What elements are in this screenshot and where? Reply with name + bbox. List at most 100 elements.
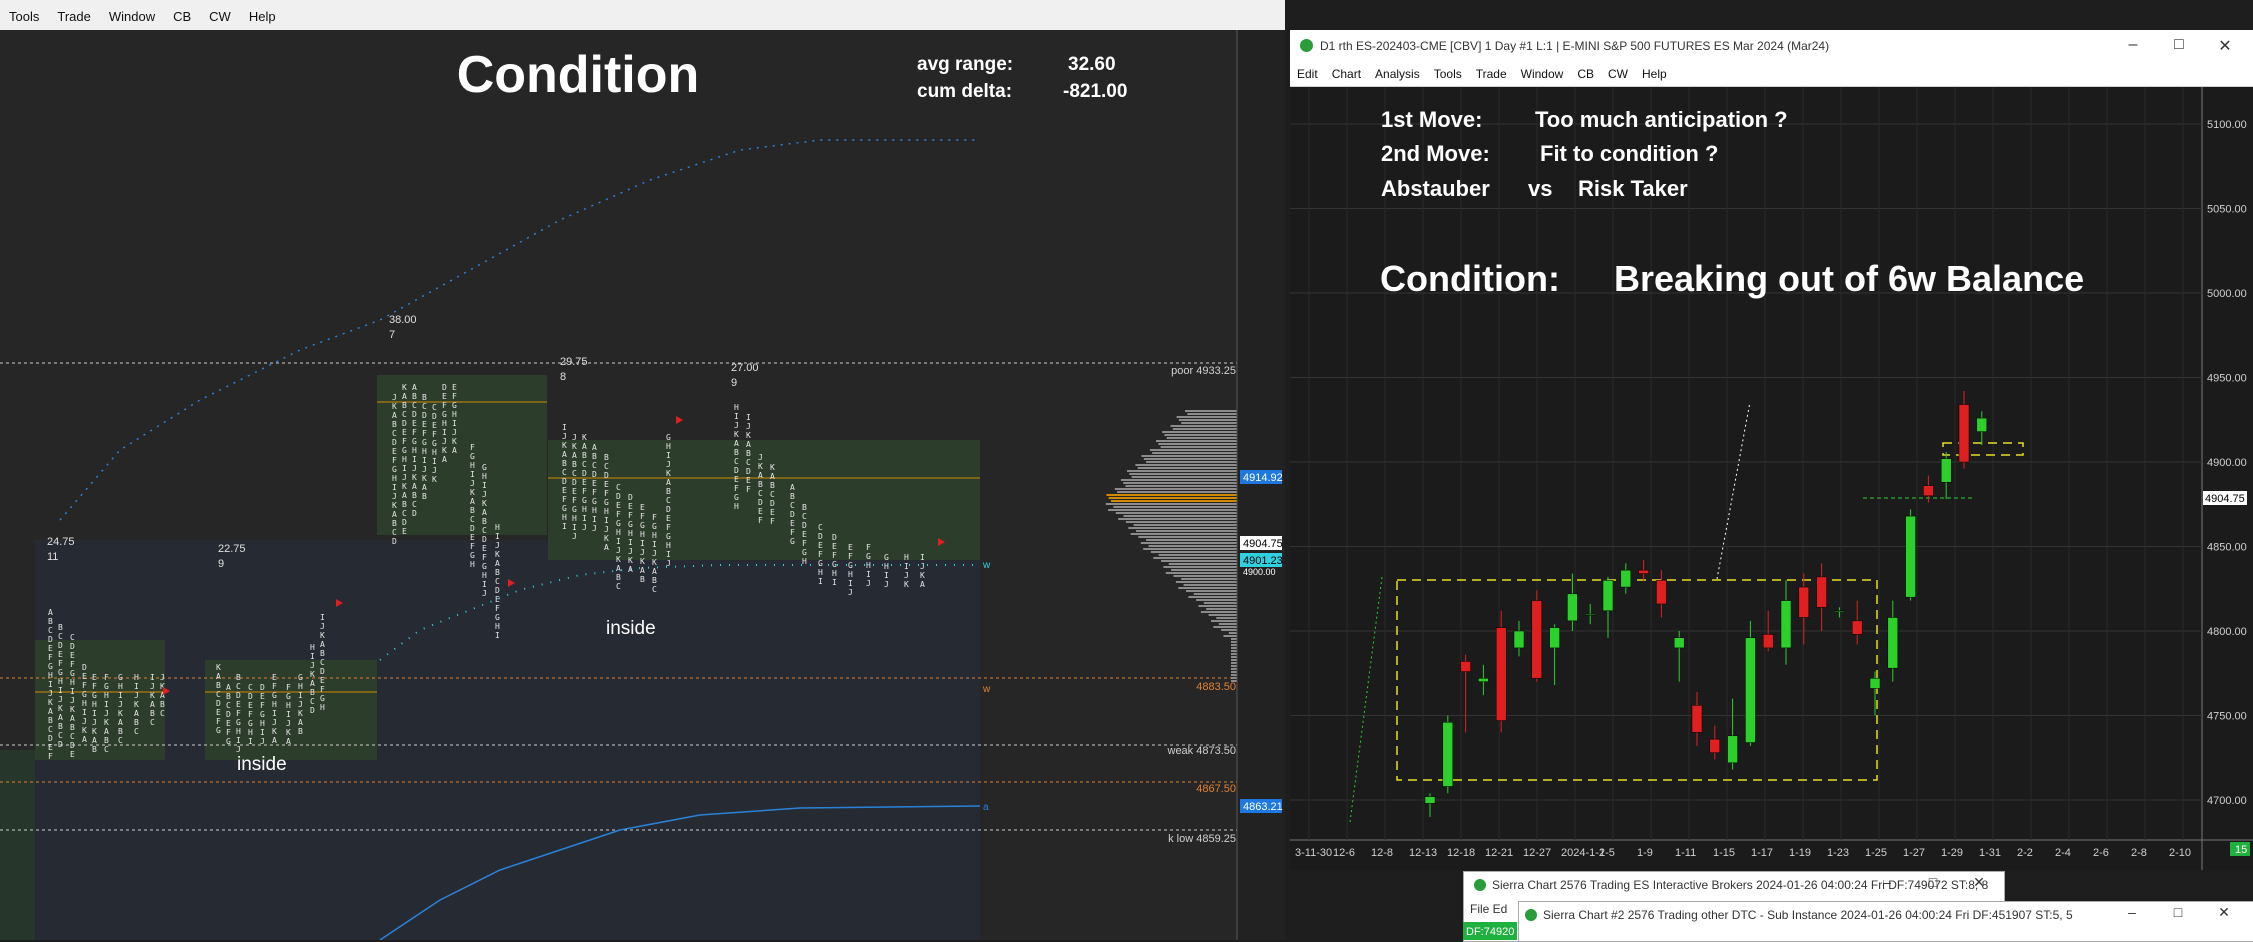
tpo-letter: F: [286, 683, 291, 692]
sub-window-2[interactable]: Sierra Chart #2 2576 Trading other DTC -…: [1518, 901, 2253, 942]
tpo-letter: F: [48, 752, 53, 761]
menu-window[interactable]: Window: [1514, 62, 1571, 81]
tpo-letter: J: [392, 492, 397, 501]
tpo-letter: K: [758, 462, 763, 471]
tpo-column: KABCDEF: [770, 463, 775, 526]
volume-bar: [1181, 422, 1237, 424]
tpo-letter: F: [734, 484, 739, 493]
tpo-letter: F: [604, 489, 609, 498]
tpo-letter: C: [70, 633, 75, 642]
maximize-icon[interactable]: □: [2155, 904, 2201, 920]
tpo-letter: I: [402, 464, 407, 473]
tpo-column: IJKABCDEF: [746, 413, 751, 494]
tpo-letter: F: [236, 709, 241, 718]
tpo-letter: F: [248, 710, 253, 719]
menu-tools[interactable]: Tools: [1427, 62, 1469, 81]
daily-chart-window[interactable]: D1 rth ES-202403-CME [CBV] 1 Day #1 L:1 …: [1290, 30, 2253, 870]
tpo-letter: H: [412, 446, 417, 455]
price-tag-cyan-text: 4901.23: [1243, 555, 1283, 567]
x-tick-label: 1-29: [1941, 847, 1963, 859]
tpo-letter: C: [616, 582, 621, 591]
sub-window-1-menu[interactable]: File Ed: [1470, 902, 1507, 916]
close-icon[interactable]: ✕: [1956, 874, 2002, 891]
minimize-icon[interactable]: –: [2110, 36, 2156, 54]
candle-body: [1905, 515, 1916, 598]
volume-bar: [1218, 623, 1237, 625]
tpo-letter: K: [904, 580, 909, 589]
tpo-letter: H: [832, 569, 837, 578]
tpo-letter: G: [260, 710, 265, 719]
tpo-letter: H: [734, 502, 739, 511]
menu-help[interactable]: Help: [240, 0, 285, 24]
maximize-icon[interactable]: □: [1910, 874, 1956, 890]
menu-cw[interactable]: CW: [1601, 62, 1635, 81]
tpo-letter: E: [92, 673, 97, 682]
tpo-column: BCDEFGHIJ: [236, 673, 241, 754]
tpo-letter: C: [402, 410, 407, 419]
menu-tools[interactable]: Tools: [0, 0, 48, 24]
minimize-icon[interactable]: –: [1864, 874, 1910, 890]
close-icon[interactable]: ✕: [2201, 904, 2247, 921]
tpo-letter: C: [592, 461, 597, 470]
menu-help[interactable]: Help: [1635, 62, 1674, 81]
tpo-letter: F: [640, 512, 645, 521]
tpo-letter: I: [310, 652, 315, 661]
menu-cw[interactable]: CW: [200, 0, 240, 24]
candlestick-chart[interactable]: 5100.00 5050.00 5000.00 4950.00 4900.00 4850.…: [1290, 87, 2253, 870]
tpo-column: DEFGHI: [832, 533, 837, 587]
tpo-letter: G: [272, 691, 277, 700]
tpo-letter: H: [58, 677, 63, 686]
minimize-icon[interactable]: –: [2109, 904, 2155, 920]
tpo-letter: J: [392, 393, 397, 402]
tpo-letter: A: [412, 383, 417, 392]
tpo-letter: E: [58, 650, 63, 659]
tpo-chart-canvas[interactable]: ABCDEFGHIJKABCDEFBCDEFGHIJKABCDCDEFGHIJK…: [0, 30, 1285, 940]
tpo-letter: I: [884, 571, 889, 580]
x-tick-label: 3-11-30: [1295, 847, 1332, 859]
x-tick-label: 12-21: [1485, 847, 1513, 859]
window-titlebar[interactable]: D1 rth ES-202403-CME [CBV] 1 Day #1 L:1 …: [1290, 30, 2253, 62]
tpo-letter: K: [572, 442, 577, 451]
tpo-letter: B: [652, 576, 657, 585]
tpo-letter: K: [562, 441, 567, 450]
tpo-letter: J: [482, 490, 487, 499]
tpo-letter: A: [104, 727, 109, 736]
menu-trade[interactable]: Trade: [48, 0, 99, 24]
menu-window[interactable]: Window: [100, 0, 164, 24]
tpo-letter: C: [104, 745, 109, 754]
menu-edit[interactable]: Edit: [1290, 62, 1325, 81]
menu-cb[interactable]: CB: [1570, 62, 1601, 81]
maximize-icon[interactable]: □: [2156, 36, 2202, 54]
tpo-letter: I: [746, 413, 751, 422]
tpo-letter: G: [392, 465, 397, 474]
tpo-letter: G: [495, 613, 500, 622]
candle: [1495, 610, 1507, 733]
menu-chart[interactable]: Chart: [1325, 62, 1368, 81]
volume-bar: [1143, 548, 1237, 550]
tpo-letter: C: [802, 512, 807, 521]
tpo-letter: A: [226, 683, 231, 692]
tpo-letter: B: [802, 503, 807, 512]
tpo-letter: J: [70, 696, 75, 705]
volume-bar: [1231, 644, 1237, 646]
tpo-letter: J: [482, 589, 487, 598]
x-tick-label: 1-15: [1713, 847, 1735, 859]
menu-trade[interactable]: Trade: [1469, 62, 1514, 81]
close-icon[interactable]: ✕: [2202, 36, 2248, 56]
candle-body: [1727, 735, 1738, 764]
volume-bar: [1175, 581, 1237, 583]
tpo-letter: F: [272, 682, 277, 691]
tpo-letter: E: [616, 501, 621, 510]
tpo-letter: F: [802, 539, 807, 548]
candlestick-canvas[interactable]: 5100.00 5050.00 5000.00 4950.00 4900.00 4850.…: [1290, 87, 2253, 870]
tpo-letter: H: [904, 553, 909, 562]
tpo-letter: J: [422, 465, 427, 474]
candle-body: [1567, 593, 1578, 622]
menu-analysis[interactable]: Analysis: [1368, 62, 1427, 81]
tpo-letter: I: [286, 710, 291, 719]
menu-cb[interactable]: CB: [164, 0, 200, 24]
volume-bar: [1158, 554, 1237, 556]
tpo-profile-chart[interactable]: ABCDEFGHIJKABCDEFBCDEFGHIJKABCDCDEFGHIJK…: [0, 30, 1285, 940]
volume-bar: [1152, 452, 1237, 454]
tpo-column: JKABCDEF: [758, 453, 763, 525]
